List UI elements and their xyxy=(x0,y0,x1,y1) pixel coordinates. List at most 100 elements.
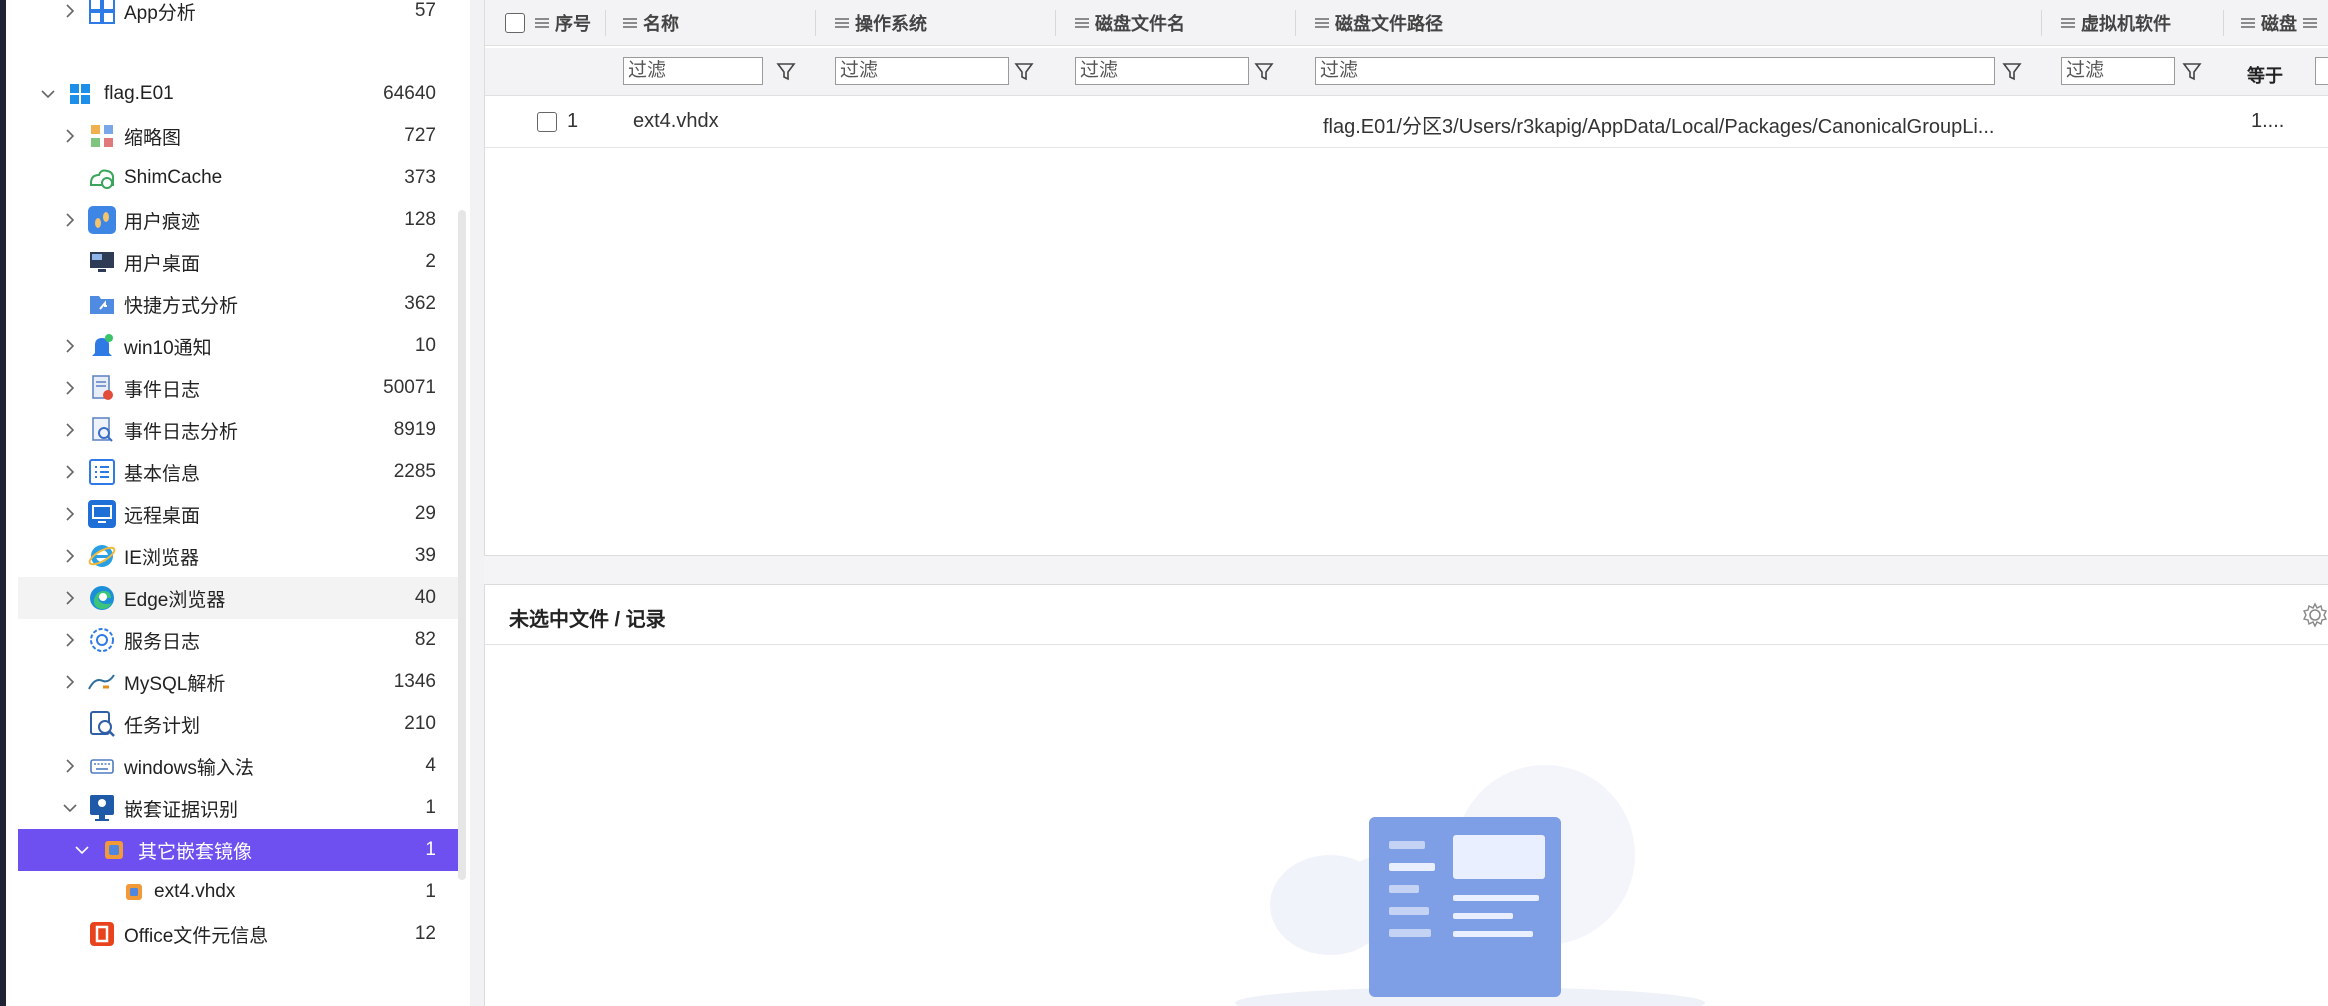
sidebar-scrollbar[interactable] xyxy=(458,210,466,880)
tree-item-event-log[interactable]: 事件日志 50071 xyxy=(18,367,458,409)
tree-item-count: 4 xyxy=(425,755,436,776)
table-row[interactable]: 1 ext4.vhdx flag.E01/分区3/Users/r3kapig/A… xyxy=(485,98,2328,148)
tree-item-label: windows输入法 xyxy=(124,757,254,779)
chevron-right-icon[interactable] xyxy=(62,338,78,354)
tree-item-nested-evidence[interactable]: 嵌套证据识别 1 xyxy=(18,787,458,829)
column-menu-icon[interactable] xyxy=(2061,17,2075,29)
chevron-right-icon[interactable] xyxy=(62,212,78,228)
thumbnail-icon xyxy=(86,120,118,152)
chevron-right-icon[interactable] xyxy=(62,632,78,648)
column-resizer[interactable] xyxy=(1055,10,1056,36)
chevron-right-icon[interactable] xyxy=(62,590,78,606)
column-resizer[interactable] xyxy=(2041,10,2042,36)
filter-icon[interactable] xyxy=(1013,60,1035,82)
tree-item-count: 373 xyxy=(404,167,436,188)
keyboard-icon xyxy=(86,750,118,782)
tree-item-flag-e01[interactable]: flag.E01 64640 xyxy=(18,73,458,115)
footprints-icon xyxy=(86,204,118,236)
tree-item-label: win10通知 xyxy=(124,337,212,359)
chevron-right-icon[interactable] xyxy=(62,674,78,690)
chevron-right-icon[interactable] xyxy=(62,128,78,144)
tree-item-count: 8919 xyxy=(393,419,436,440)
tree-item-shortcut-analysis[interactable]: 快捷方式分析 362 xyxy=(18,283,458,325)
chevron-down-icon[interactable] xyxy=(74,842,90,858)
row-checkbox[interactable] xyxy=(537,112,557,132)
tree-item-mysql-parse[interactable]: MySQL解析 1346 xyxy=(18,661,458,703)
tree-item-label: 事件日志分析 xyxy=(124,421,239,443)
filter-icon[interactable] xyxy=(2181,60,2203,82)
column-header-label: 磁盘 xyxy=(2261,14,2297,34)
cell-disk: 1.... xyxy=(2251,110,2285,132)
gear-icon[interactable] xyxy=(2301,601,2328,629)
tree-item-count: 29 xyxy=(414,503,436,524)
column-header-name[interactable]: 名称 xyxy=(623,0,679,46)
chevron-right-icon[interactable] xyxy=(62,380,78,396)
tree-item-service-log[interactable]: 服务日志 82 xyxy=(18,619,458,661)
column-resizer[interactable] xyxy=(605,10,606,36)
column-resizer[interactable] xyxy=(2223,10,2224,36)
tree-item-user-desktop[interactable]: 用户桌面 2 xyxy=(18,241,458,283)
column-menu-icon[interactable] xyxy=(2303,17,2317,29)
tree-item-windows-ime[interactable]: windows输入法 4 xyxy=(18,745,458,787)
tree-item-ie-browser[interactable]: IE浏览器 39 xyxy=(18,535,458,577)
tree-item-task-schedule[interactable]: 任务计划 210 xyxy=(18,703,458,745)
event-log-icon xyxy=(86,372,118,404)
tree-item-office-metadata[interactable]: Office文件元信息 12 xyxy=(18,913,458,955)
tree-item-label: 用户桌面 xyxy=(124,253,201,275)
chevron-right-icon[interactable] xyxy=(62,3,78,19)
tree-item-shimcache[interactable]: ShimCache 373 xyxy=(18,157,458,199)
chevron-down-icon[interactable] xyxy=(62,800,78,816)
column-header-disk[interactable]: 磁盘 xyxy=(2241,0,2323,46)
tree-item-event-log-analysis[interactable]: 事件日志分析 8919 xyxy=(18,409,458,451)
windows-icon xyxy=(86,0,118,27)
column-header-index[interactable]: 序号 xyxy=(535,0,591,46)
tree-item-edge-browser[interactable]: Edge浏览器 40 xyxy=(18,577,458,619)
pane-splitter[interactable] xyxy=(470,0,484,1006)
column-menu-icon[interactable] xyxy=(2241,17,2255,29)
filter-input-os[interactable]: 过滤 xyxy=(835,57,1009,85)
column-header-disk-file-name[interactable]: 磁盘文件名 xyxy=(1075,0,1185,46)
column-menu-icon[interactable] xyxy=(1315,17,1329,29)
filter-operator-equals[interactable]: 等于 xyxy=(2247,62,2283,88)
detail-panel-header: 未选中文件 / 记录 xyxy=(485,585,2328,645)
tree-item-ext4-vhdx[interactable]: ext4.vhdx 1 xyxy=(18,871,458,913)
filter-icon[interactable] xyxy=(1253,60,1275,82)
evidence-tree: App分析 57 flag.E01 64640 缩略图 727 ShimCach… xyxy=(6,0,468,1006)
chevron-right-icon[interactable] xyxy=(62,422,78,438)
column-menu-icon[interactable] xyxy=(835,17,849,29)
tree-item-win10-notifications[interactable]: win10通知 10 xyxy=(18,325,458,367)
desktop-icon xyxy=(86,246,118,278)
chevron-right-icon[interactable] xyxy=(62,506,78,522)
chevron-right-icon[interactable] xyxy=(62,548,78,564)
tree-item-thumbnails[interactable]: 缩略图 727 xyxy=(18,115,458,157)
disk-image-icon xyxy=(98,834,130,866)
column-header-disk-file-path[interactable]: 磁盘文件路径 xyxy=(1315,0,1443,46)
tree-item-basic-info[interactable]: 基本信息 2285 xyxy=(18,451,458,493)
filter-input-disk-file-name[interactable]: 过滤 xyxy=(1075,57,1249,85)
select-all-checkbox[interactable] xyxy=(505,0,525,46)
chevron-right-icon[interactable] xyxy=(62,464,78,480)
filter-input-disk-file-path[interactable]: 过滤 xyxy=(1315,57,1995,85)
detail-panel: 未选中文件 / 记录 xyxy=(484,584,2328,1006)
filter-input-disk[interactable] xyxy=(2315,57,2328,85)
filter-icon[interactable] xyxy=(2001,60,2023,82)
filter-icon[interactable] xyxy=(775,60,797,82)
column-resizer[interactable] xyxy=(1295,10,1296,36)
filter-input-name[interactable]: 过滤 xyxy=(623,57,763,85)
column-resizer[interactable] xyxy=(815,10,816,36)
column-menu-icon[interactable] xyxy=(623,17,637,29)
tree-item-user-traces[interactable]: 用户痕迹 128 xyxy=(18,199,458,241)
chevron-down-icon[interactable] xyxy=(40,86,56,102)
tree-item-label: 任务计划 xyxy=(124,715,201,737)
chevron-right-icon[interactable] xyxy=(62,758,78,774)
bell-icon xyxy=(86,330,118,362)
column-menu-icon[interactable] xyxy=(535,17,549,29)
column-menu-icon[interactable] xyxy=(1075,17,1089,29)
column-header-os[interactable]: 操作系统 xyxy=(835,0,927,46)
tree-item-remote-desktop[interactable]: 远程桌面 29 xyxy=(18,493,458,535)
column-header-vm-software[interactable]: 虚拟机软件 xyxy=(2061,0,2171,46)
panel-splitter[interactable] xyxy=(484,556,2328,584)
tree-item-app-analysis[interactable]: App分析 57 xyxy=(18,0,458,32)
filter-input-vm-software[interactable]: 过滤 xyxy=(2061,57,2175,85)
tree-item-other-nested-images[interactable]: 其它嵌套镜像 1 xyxy=(18,829,458,871)
